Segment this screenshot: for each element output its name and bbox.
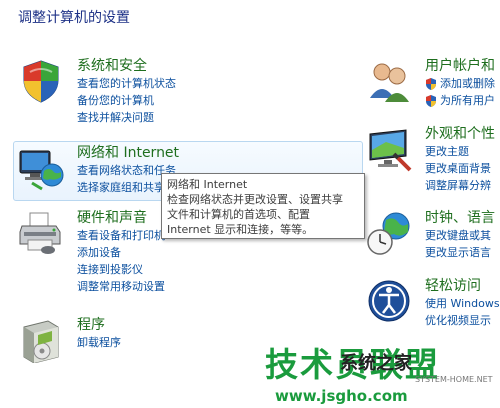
link-troubleshoot[interactable]: 查找并解决问题 [77,109,176,126]
link-check-computer-status[interactable]: 查看您的计算机状态 [77,75,176,92]
watermark: 技术员联盟 系统之家 SYSTEM-HOME.NET www.jsgho.com [265,345,500,408]
network-tooltip: 网络和 Internet 检查网络状态并更改设置、设置共享 文件和计算机的首选项… [161,173,365,239]
link-screen-resolution[interactable]: 调整屏幕分辨 [425,177,495,194]
link-uninstall-program[interactable]: 卸载程序 [77,334,121,351]
link-add-remove-accounts[interactable]: 添加或删除 [425,75,495,92]
appearance-monitor-icon [369,129,412,172]
watermark-small: SYSTEM-HOME.NET [415,375,493,384]
link-change-theme[interactable]: 更改主题 [425,143,495,160]
link-add-device[interactable]: 添加设备 [77,244,165,261]
category-title[interactable]: 系统和安全 [77,58,176,75]
tooltip-line: Internet 显示和连接，等等。 [167,223,314,236]
tooltip-line: 文件和计算机的首选项、配置 [167,208,310,221]
uac-shield-icon [426,94,436,107]
link-mobility-settings[interactable]: 调整常用移动设置 [77,278,165,295]
category-title[interactable]: 硬件和声音 [77,210,165,227]
category-title[interactable]: 网络和 Internet [77,145,187,162]
category-title[interactable]: 用户帐户和 [425,58,495,75]
link-use-windows[interactable]: 使用 Windows [425,295,500,312]
link-change-keyboard[interactable]: 更改键盘或其 [425,227,495,244]
link-label: 添加或删除 [440,77,495,90]
printer-icon [19,212,61,254]
link-display-language[interactable]: 更改显示语言 [425,244,495,261]
programs-box-icon [23,320,59,363]
link-backup-computer[interactable]: 备份您的计算机 [77,92,176,109]
category-title[interactable]: 程序 [77,317,121,334]
tooltip-line: 检查网络状态并更改设置、设置共享 [167,193,343,206]
ease-of-access-icon [368,280,410,322]
user-accounts-icon [370,63,409,102]
link-all-users[interactable]: 为所有用户 [425,92,495,109]
tooltip-title: 网络和 Internet [167,178,248,191]
category-title[interactable]: 轻松访问 [425,278,500,295]
link-connect-projector[interactable]: 连接到投影仪 [77,261,165,278]
uac-shield-icon [426,77,436,90]
watermark-url: www.jsgho.com [275,387,408,405]
network-globe-icon [19,150,64,191]
link-label: 为所有用户 [440,94,495,107]
page-title: 调整计算机的设置 [18,10,130,26]
link-desktop-background[interactable]: 更改桌面背景 [425,160,495,177]
category-title[interactable]: 时钟、语言 [425,210,495,227]
clock-globe-icon [367,212,410,255]
category-title[interactable]: 外观和个性 [425,126,495,143]
link-optimize-display[interactable]: 优化视频显示 [425,312,500,329]
watermark-sub: 系统之家 [340,353,412,374]
security-shield-icon [23,60,59,103]
link-devices-printers[interactable]: 查看设备和打印机 [77,227,165,244]
